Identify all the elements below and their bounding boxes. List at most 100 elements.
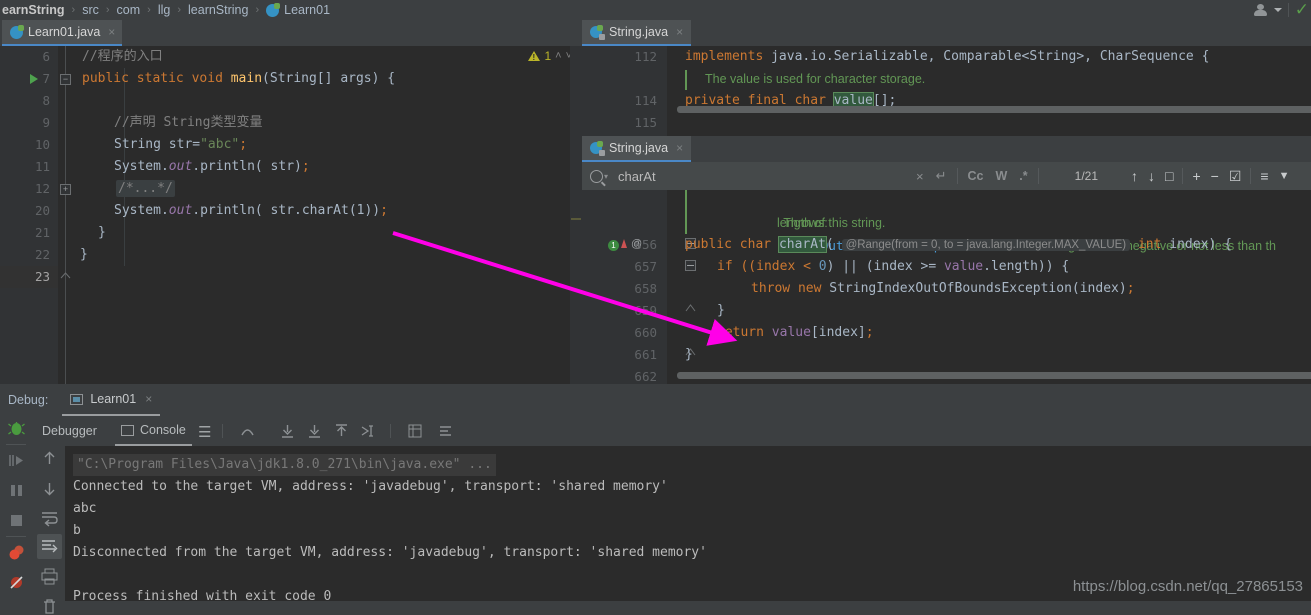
java-class-readonly-icon [590, 142, 604, 155]
editor-gutter[interactable]: 112 114 115 [582, 46, 667, 136]
code-line: System.out.println( str.charAt(1)); [58, 200, 582, 222]
toggle-filter-icon[interactable]: ☑ [1224, 168, 1247, 185]
tab-string-java-top[interactable]: String.java × [582, 20, 691, 46]
marker-warning[interactable] [571, 218, 581, 220]
whole-words-toggle[interactable]: W [989, 169, 1013, 183]
match-case-toggle[interactable]: Cc [962, 169, 990, 183]
left-editor-tabstrip: Learn01.java × [0, 20, 582, 46]
breadcrumb-item-llg[interactable]: llg [158, 3, 171, 17]
inlay-hint[interactable]: @Range(from = 0, to = java.lang.Integer.… [842, 239, 1131, 251]
select-all-occurrences-icon[interactable]: □ [1160, 168, 1178, 184]
remove-filter-icon[interactable]: − [1206, 168, 1224, 184]
implementation-gutter-icon[interactable]: 1 [608, 240, 619, 251]
code-line: } [58, 222, 582, 244]
idea-window: earnString › src › com › llg › learnStri… [0, 0, 1311, 601]
down-arrow-icon[interactable] [41, 480, 58, 497]
line-number: 8 [0, 90, 58, 112]
java-class-icon [10, 26, 23, 39]
debug-session-icon [70, 394, 83, 405]
editor-marker-bar[interactable] [570, 46, 582, 384]
left-code-editor[interactable]: 6 7 8 9 10 11 12 20 21 22 23 − + //程序的入口… [0, 46, 582, 384]
mute-breakpoints-icon[interactable] [8, 574, 25, 591]
tab-console[interactable]: Console [115, 416, 192, 446]
code-line: throw new StringIndexOutOfBoundsExceptio… [667, 278, 1311, 300]
resume-icon[interactable] [8, 452, 25, 469]
annotation-gutter-icon[interactable]: @ [631, 238, 642, 250]
force-step-into-icon[interactable] [307, 424, 322, 438]
chevron-down-icon[interactable]: ▾ [604, 172, 608, 181]
inspection-widget[interactable]: 1 ˄ ˅ [528, 49, 572, 63]
collapsed-comment[interactable]: /*...*/ [116, 180, 175, 197]
code-text: } [80, 247, 88, 262]
tab-learn01-java[interactable]: Learn01.java × [2, 20, 122, 46]
close-icon[interactable]: × [676, 141, 683, 155]
step-into-icon[interactable] [280, 424, 295, 438]
checkmark-icon[interactable]: ✓ [1295, 4, 1309, 16]
find-next-icon[interactable]: ↓ [1143, 168, 1160, 184]
keyword: new [798, 281, 821, 296]
scroll-to-end-icon[interactable] [41, 538, 58, 555]
horizontal-scrollbar[interactable] [677, 106, 1311, 113]
newline-search-icon[interactable]: ↵ [930, 168, 953, 184]
regex-toggle[interactable]: .* [1013, 169, 1033, 183]
debug-session-tab[interactable]: Learn01 × [62, 384, 160, 416]
editor-gutter[interactable]: 656 657 658 659 660 661 662 [582, 190, 667, 384]
breadcrumb-item-src[interactable]: src [82, 3, 99, 17]
override-arrow-icon[interactable] [621, 239, 627, 248]
code-text-block[interactable]: Throws: IndexOutOfBoundsException – if t… [667, 190, 1311, 384]
close-icon[interactable]: × [108, 25, 115, 39]
line-number: 11 [0, 156, 58, 178]
code-line: Throws: IndexOutOfBoundsException – if t… [667, 190, 1311, 212]
pause-icon[interactable] [8, 482, 25, 499]
keyword: void [192, 71, 223, 86]
horizontal-scrollbar[interactable] [677, 372, 1311, 379]
line-number: 6 [0, 46, 58, 68]
breadcrumb-item-learnstring[interactable]: learnString [188, 3, 248, 17]
console-action-rail [33, 446, 65, 601]
code-text: .println( str) [192, 159, 302, 174]
soft-wrap-icon[interactable] [41, 510, 58, 527]
breadcrumb-item-project[interactable]: earnString [2, 3, 65, 17]
line-number: 10 [0, 134, 58, 156]
chevron-down-icon[interactable] [1274, 8, 1282, 12]
run-gutter-icon[interactable] [30, 74, 38, 84]
code-text: ( [826, 237, 834, 252]
step-over-icon[interactable] [240, 424, 255, 438]
find-prev-icon[interactable]: ↑ [1126, 168, 1143, 184]
line-number: 9 [0, 112, 58, 134]
tab-debugger[interactable]: Debugger [42, 416, 97, 446]
bug-icon[interactable] [8, 420, 25, 437]
evaluate-icon[interactable] [408, 424, 422, 438]
search-input[interactable]: ▾ charAt [582, 162, 910, 190]
close-icon[interactable]: × [145, 392, 152, 406]
prev-problem-icon[interactable]: ˄ [555, 50, 561, 62]
list-filter-icon[interactable]: ≡ [1255, 168, 1273, 184]
up-arrow-icon[interactable] [41, 450, 58, 467]
settings-icon[interactable] [438, 424, 453, 438]
funnel-filter-icon[interactable]: ▼ [1274, 170, 1295, 182]
tab-string-java-bottom[interactable]: String.java × [582, 136, 691, 162]
search-query-text[interactable]: charAt [618, 169, 656, 184]
string-bottom-code-area[interactable]: 656 657 658 659 660 661 662 1 @ [582, 190, 1311, 384]
add-filter-icon[interactable]: + [1187, 168, 1205, 184]
breadcrumb-item-com[interactable]: com [117, 3, 141, 17]
editor-code-area[interactable]: //程序的入口 public static void main(String[]… [58, 46, 582, 384]
code-text: .length)) { [983, 259, 1069, 274]
clear-search-icon[interactable]: × [910, 169, 930, 184]
print-icon[interactable] [41, 568, 58, 585]
breadcrumb-item-learn01[interactable]: Learn01 [284, 3, 330, 17]
code-text-block[interactable]: implements java.io.Serializable, Compara… [667, 46, 1311, 136]
editor-gutter[interactable]: 6 7 8 9 10 11 12 20 21 22 23 [0, 46, 58, 384]
run-to-cursor-icon[interactable] [360, 424, 375, 438]
close-icon[interactable]: × [676, 25, 683, 39]
console-line: abc [65, 498, 1311, 520]
code-text: ; [239, 137, 247, 152]
user-avatar-icon[interactable] [1254, 4, 1268, 16]
right-panel-string-bottom: String.java × ▾ charAt × ↵ Cc W .* 1/21 … [582, 136, 1311, 384]
step-out-icon[interactable] [334, 424, 349, 438]
stop-icon[interactable] [8, 512, 25, 529]
string-top-code-area[interactable]: 112 114 115 implements java.io.Serializa… [582, 46, 1311, 136]
menu-icon[interactable]: ☰ [198, 423, 211, 441]
breakpoints-icon[interactable] [8, 544, 25, 561]
code-text: ; [866, 325, 874, 340]
